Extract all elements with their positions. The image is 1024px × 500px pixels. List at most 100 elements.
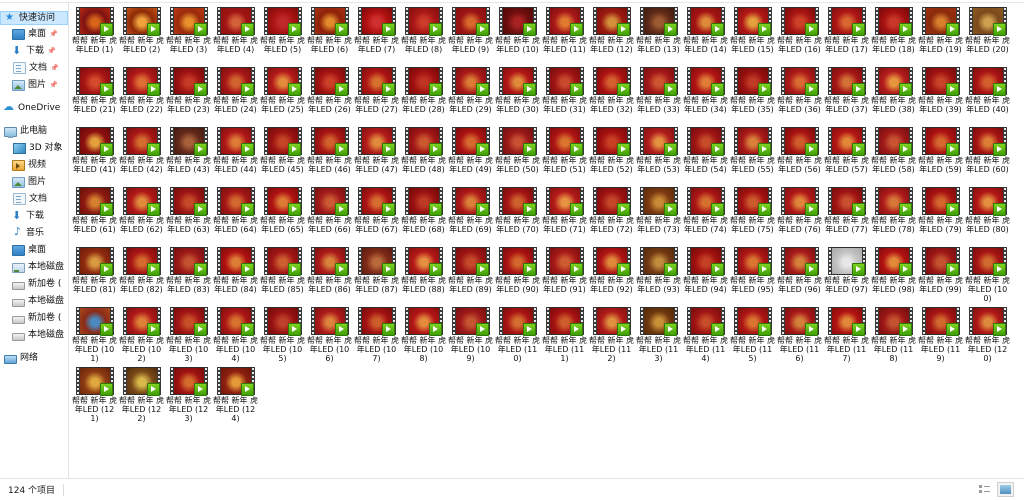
file-item[interactable]: 帮帮 新年 虎年LED (77) (823, 185, 870, 245)
file-item[interactable]: 帮帮 新年 虎年LED (2) (118, 5, 165, 65)
file-item[interactable]: 帮帮 新年 虎年LED (106) (306, 305, 353, 365)
file-item[interactable]: 帮帮 新年 虎年LED (66) (306, 185, 353, 245)
sidebar-item-this-pc-8[interactable]: 本地磁盘 (0, 259, 68, 275)
file-item[interactable]: 帮帮 新年 虎年LED (22) (118, 65, 165, 125)
file-item[interactable]: 帮帮 新年 虎年LED (3) (165, 5, 212, 65)
file-item[interactable]: 帮帮 新年 虎年LED (18) (870, 5, 917, 65)
file-item[interactable]: 帮帮 新年 虎年LED (43) (165, 125, 212, 185)
file-item[interactable]: 帮帮 新年 虎年LED (15) (729, 5, 776, 65)
file-item[interactable]: 帮帮 新年 虎年LED (65) (259, 185, 306, 245)
file-item[interactable]: 帮帮 新年 虎年LED (60) (964, 125, 1011, 185)
file-item[interactable]: 帮帮 新年 虎年LED (8) (400, 5, 447, 65)
file-item[interactable]: 帮帮 新年 虎年LED (73) (635, 185, 682, 245)
file-item[interactable]: 帮帮 新年 虎年LED (39) (917, 65, 964, 125)
file-item[interactable]: 帮帮 新年 虎年LED (49) (447, 125, 494, 185)
file-item[interactable]: 帮帮 新年 虎年LED (25) (259, 65, 306, 125)
sidebar-item-quick-access-4[interactable]: 图片 (0, 77, 68, 93)
file-item[interactable]: 帮帮 新年 虎年LED (76) (776, 185, 823, 245)
file-item[interactable]: 帮帮 新年 虎年LED (104) (212, 305, 259, 365)
file-item[interactable]: 帮帮 新年 虎年LED (117) (823, 305, 870, 365)
file-item[interactable]: 帮帮 新年 虎年LED (92) (588, 245, 635, 305)
file-item[interactable]: 帮帮 新年 虎年LED (34) (682, 65, 729, 125)
file-item[interactable]: 帮帮 新年 虎年LED (31) (541, 65, 588, 125)
file-item[interactable]: 帮帮 新年 虎年LED (20) (964, 5, 1011, 65)
file-item[interactable]: 帮帮 新年 虎年LED (78) (870, 185, 917, 245)
file-item[interactable]: 帮帮 新年 虎年LED (23) (165, 65, 212, 125)
file-item[interactable]: 帮帮 新年 虎年LED (10) (494, 5, 541, 65)
navigation-pane[interactable]: 快速访问桌面下载文档图片OneDrive此电脑3D 对象视频图片文档下载音乐桌面… (0, 3, 69, 478)
file-item[interactable]: 帮帮 新年 虎年LED (87) (353, 245, 400, 305)
file-item[interactable]: 帮帮 新年 虎年LED (52) (588, 125, 635, 185)
file-item[interactable]: 帮帮 新年 虎年LED (33) (635, 65, 682, 125)
file-item[interactable]: 帮帮 新年 虎年LED (103) (165, 305, 212, 365)
file-item[interactable]: 帮帮 新年 虎年LED (36) (776, 65, 823, 125)
sidebar-item-this-pc-0[interactable]: 此电脑 (0, 123, 68, 139)
file-item[interactable]: 帮帮 新年 虎年LED (63) (165, 185, 212, 245)
sidebar-item-quick-access-3[interactable]: 文档 (0, 60, 68, 76)
file-item[interactable]: 帮帮 新年 虎年LED (5) (259, 5, 306, 65)
file-item[interactable]: 帮帮 新年 虎年LED (100) (964, 245, 1011, 305)
file-item[interactable]: 帮帮 新年 虎年LED (91) (541, 245, 588, 305)
sidebar-item-this-pc-2[interactable]: 视频 (0, 157, 68, 173)
file-item[interactable]: 帮帮 新年 虎年LED (97) (823, 245, 870, 305)
sidebar-item-quick-access-1[interactable]: 桌面 (0, 26, 68, 42)
file-item[interactable]: 帮帮 新年 虎年LED (58) (870, 125, 917, 185)
file-item[interactable]: 帮帮 新年 虎年LED (17) (823, 5, 870, 65)
file-item[interactable]: 帮帮 新年 虎年LED (54) (682, 125, 729, 185)
file-item[interactable]: 帮帮 新年 虎年LED (90) (494, 245, 541, 305)
file-item[interactable]: 帮帮 新年 虎年LED (102) (118, 305, 165, 365)
file-item[interactable]: 帮帮 新年 虎年LED (59) (917, 125, 964, 185)
file-item[interactable]: 帮帮 新年 虎年LED (115) (729, 305, 776, 365)
file-item[interactable]: 帮帮 新年 虎年LED (24) (212, 65, 259, 125)
file-item[interactable]: 帮帮 新年 虎年LED (42) (118, 125, 165, 185)
file-item[interactable]: 帮帮 新年 虎年LED (82) (118, 245, 165, 305)
file-item[interactable]: 帮帮 新年 虎年LED (118) (870, 305, 917, 365)
file-item[interactable]: 帮帮 新年 虎年LED (105) (259, 305, 306, 365)
file-item[interactable]: 帮帮 新年 虎年LED (7) (353, 5, 400, 65)
file-item[interactable]: 帮帮 新年 虎年LED (21) (71, 65, 118, 125)
file-item[interactable]: 帮帮 新年 虎年LED (40) (964, 65, 1011, 125)
file-item[interactable]: 帮帮 新年 虎年LED (89) (447, 245, 494, 305)
file-item[interactable]: 帮帮 新年 虎年LED (71) (541, 185, 588, 245)
file-grid[interactable]: 帮帮 新年 虎年LED (1) 帮帮 新年 虎年LED (2) 帮帮 新年 虎年LE… (69, 3, 1024, 425)
large-icons-view-button[interactable] (997, 482, 1014, 497)
file-item[interactable]: 帮帮 新年 虎年LED (86) (306, 245, 353, 305)
file-item[interactable]: 帮帮 新年 虎年LED (28) (400, 65, 447, 125)
file-item[interactable]: 帮帮 新年 虎年LED (121) (71, 365, 118, 425)
file-item[interactable]: 帮帮 新年 虎年LED (83) (165, 245, 212, 305)
view-mode-buttons[interactable] (976, 482, 1020, 497)
file-item[interactable]: 帮帮 新年 虎年LED (96) (776, 245, 823, 305)
file-item[interactable]: 帮帮 新年 虎年LED (1) (71, 5, 118, 65)
file-item[interactable]: 帮帮 新年 虎年LED (4) (212, 5, 259, 65)
file-item[interactable]: 帮帮 新年 虎年LED (124) (212, 365, 259, 425)
file-item[interactable]: 帮帮 新年 虎年LED (111) (541, 305, 588, 365)
file-item[interactable]: 帮帮 新年 虎年LED (113) (635, 305, 682, 365)
file-item[interactable]: 帮帮 新年 虎年LED (122) (118, 365, 165, 425)
file-item[interactable]: 帮帮 新年 虎年LED (84) (212, 245, 259, 305)
sidebar-item-this-pc-11[interactable]: 新加卷 ( (0, 310, 68, 326)
file-item[interactable]: 帮帮 新年 虎年LED (12) (588, 5, 635, 65)
file-item[interactable]: 帮帮 新年 虎年LED (94) (682, 245, 729, 305)
file-item[interactable]: 帮帮 新年 虎年LED (45) (259, 125, 306, 185)
file-item[interactable]: 帮帮 新年 虎年LED (80) (964, 185, 1011, 245)
sidebar-item-this-pc-7[interactable]: 桌面 (0, 242, 68, 258)
file-item[interactable]: 帮帮 新年 虎年LED (41) (71, 125, 118, 185)
file-item[interactable]: 帮帮 新年 虎年LED (16) (776, 5, 823, 65)
file-item[interactable]: 帮帮 新年 虎年LED (61) (71, 185, 118, 245)
file-item[interactable]: 帮帮 新年 虎年LED (85) (259, 245, 306, 305)
file-item[interactable]: 帮帮 新年 虎年LED (98) (870, 245, 917, 305)
file-item[interactable]: 帮帮 新年 虎年LED (110) (494, 305, 541, 365)
sidebar-item-this-pc-1[interactable]: 3D 对象 (0, 140, 68, 156)
file-item[interactable]: 帮帮 新年 虎年LED (46) (306, 125, 353, 185)
file-item[interactable]: 帮帮 新年 虎年LED (19) (917, 5, 964, 65)
file-item[interactable]: 帮帮 新年 虎年LED (67) (353, 185, 400, 245)
file-item[interactable]: 帮帮 新年 虎年LED (56) (776, 125, 823, 185)
file-item[interactable]: 帮帮 新年 虎年LED (53) (635, 125, 682, 185)
file-item[interactable]: 帮帮 新年 虎年LED (69) (447, 185, 494, 245)
file-item[interactable]: 帮帮 新年 虎年LED (6) (306, 5, 353, 65)
file-item[interactable]: 帮帮 新年 虎年LED (72) (588, 185, 635, 245)
sidebar-item-this-pc-12[interactable]: 本地磁盘 (0, 327, 68, 343)
file-item[interactable]: 帮帮 新年 虎年LED (93) (635, 245, 682, 305)
file-item[interactable]: 帮帮 新年 虎年LED (120) (964, 305, 1011, 365)
file-item[interactable]: 帮帮 新年 虎年LED (74) (682, 185, 729, 245)
